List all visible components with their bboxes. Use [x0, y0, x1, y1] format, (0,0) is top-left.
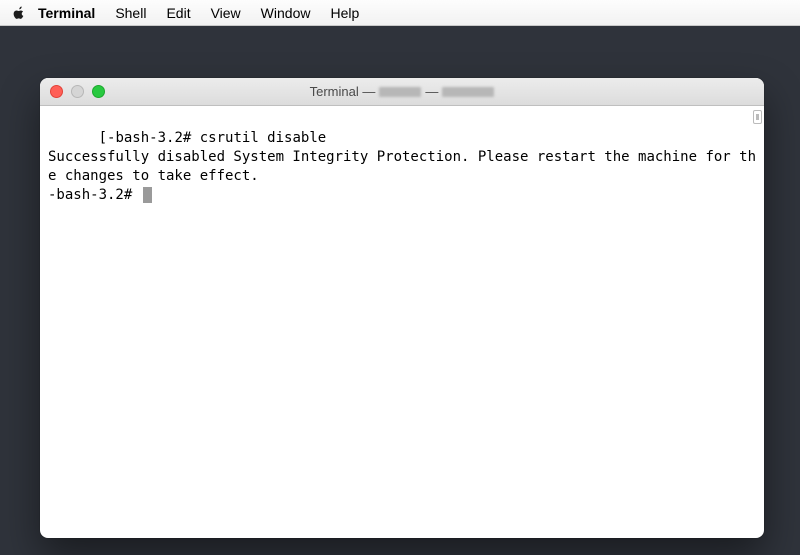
traffic-lights [50, 85, 105, 98]
menubar-item-edit[interactable]: Edit [156, 0, 200, 26]
close-icon[interactable] [50, 85, 63, 98]
mac-menubar: Terminal Shell Edit View Window Help [0, 0, 800, 26]
maximize-icon[interactable] [92, 85, 105, 98]
menubar-item-view[interactable]: View [201, 0, 251, 26]
minimize-icon[interactable] [71, 85, 84, 98]
desktop: Terminal — — [-bash-3.2# csrutil disable… [0, 26, 800, 555]
terminal-window: Terminal — — [-bash-3.2# csrutil disable… [40, 78, 764, 538]
prompt: -bash-3.2# [107, 130, 191, 146]
apple-icon[interactable] [10, 5, 28, 20]
scrollbar-icon[interactable] [753, 110, 762, 124]
window-titlebar[interactable]: Terminal — — [40, 78, 764, 106]
menubar-item-shell[interactable]: Shell [105, 0, 156, 26]
window-title-redacted [442, 87, 494, 97]
output-text: Successfully disabled System Integrity P… [48, 149, 756, 184]
prompt: -bash-3.2# [48, 187, 132, 203]
window-title-redacted [379, 87, 421, 97]
window-title: Terminal — — [40, 84, 764, 99]
menubar-item-window[interactable]: Window [251, 0, 321, 26]
menubar-app-name[interactable]: Terminal [28, 0, 105, 26]
cursor-icon [143, 187, 152, 203]
menubar-item-help[interactable]: Help [320, 0, 369, 26]
prompt-bracket: [ [99, 130, 107, 146]
window-title-prefix: Terminal — [310, 84, 376, 99]
window-title-dash: — [425, 84, 438, 99]
command-text: csrutil disable [200, 130, 326, 146]
terminal-body[interactable]: [-bash-3.2# csrutil disable Successfully… [40, 106, 764, 538]
